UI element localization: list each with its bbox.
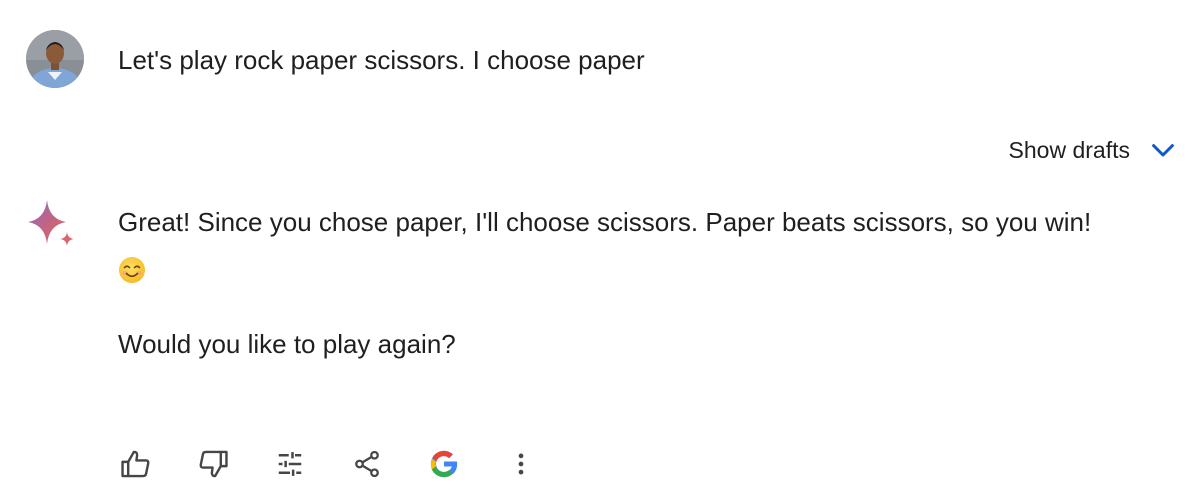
share-icon (355, 450, 379, 478)
google-icon (430, 450, 458, 478)
gemini-sparkle-icon (28, 200, 74, 246)
thumb-down-icon (199, 450, 228, 478)
response-text-line2: Would you like to play again? (118, 329, 456, 359)
thumb-down-button[interactable] (193, 444, 233, 484)
smiling-face-emoji-icon (119, 257, 145, 283)
modify-response-button[interactable] (270, 444, 310, 484)
user-prompt-text: Let's play rock paper scissors. I choose… (118, 45, 645, 75)
double-check-response-button[interactable] (424, 444, 464, 484)
thumb-up-button[interactable] (116, 444, 156, 484)
more-options-button[interactable] (501, 444, 541, 484)
show-drafts-label: Show drafts (1008, 136, 1130, 163)
thumb-up-icon (121, 450, 150, 478)
more-vert-icon (518, 453, 524, 475)
response-body: Great! Since you chose paper, I'll choos… (118, 206, 1188, 360)
user-avatar (26, 30, 84, 88)
tune-icon (278, 452, 302, 476)
show-drafts-button[interactable]: Show drafts (1009, 134, 1178, 166)
avatar-image (26, 30, 84, 88)
response-action-bar (116, 444, 578, 484)
share-button[interactable] (347, 444, 387, 484)
response-text-line1: Great! Since you chose paper, I'll choos… (118, 207, 1092, 237)
chevron-down-icon (1152, 144, 1174, 157)
